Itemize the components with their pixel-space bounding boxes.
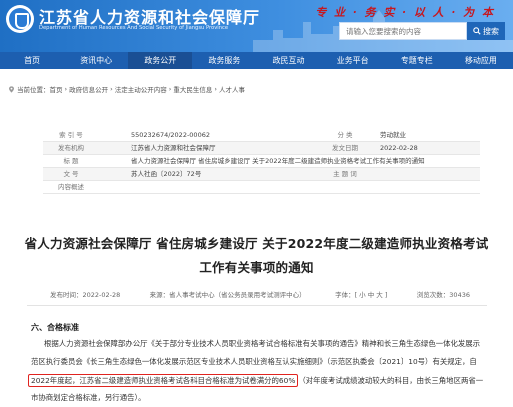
nav-gov-services[interactable]: 政务服务 <box>192 52 256 69</box>
font-size-control[interactable]: 字体：[ 小 中 大 ] <box>335 289 387 299</box>
search-button-label: 搜索 <box>483 26 499 36</box>
info-value <box>370 168 480 180</box>
info-label: 发布机构 <box>58 144 84 152</box>
info-value: 江苏省人力资源和社会保障厅 <box>131 144 216 152</box>
article-meta: 发布时间：2022-02-28 来源：省人事考试中心（省公务员录用考试测评中心）… <box>50 289 470 299</box>
paragraph-text: （对年度考试成绩波动较大的科目，由长三角地区两省一 <box>298 376 484 385</box>
info-value: 苏人社函〔2022〕72号 <box>131 170 202 178</box>
info-label: 主 题 词 <box>333 170 357 178</box>
breadcrumb-home[interactable]: 当前位置：首页 <box>17 84 63 94</box>
breadcrumb: 当前位置：首页 › 政府信息公开 › 法定主动公开内容 › 重大民生信息 › 人… <box>8 84 245 94</box>
breadcrumb-item[interactable]: 重大民生信息 <box>173 84 212 94</box>
breadcrumb-item[interactable]: 政府信息公开 <box>69 84 108 94</box>
info-row-index: 索 引 号 550232674/2022-00062 分 类 劳动就业 <box>43 129 480 142</box>
site-slogan: 专 业 · 务 实 · 以 人 · 为 本 <box>315 6 495 19</box>
section-heading: 六、合格标准 <box>31 323 79 332</box>
info-label: 标 题 <box>63 157 79 165</box>
nav-gov-disclosure[interactable]: 政务公开 <box>128 52 193 69</box>
chevron-right-icon: › <box>64 85 68 93</box>
info-label: 发文日期 <box>332 144 358 152</box>
info-value: 2022-02-28 <box>380 144 418 152</box>
nav-business-platform[interactable]: 业务平台 <box>321 52 385 69</box>
page-title: 省人力资源社会保障厅 省住房城乡建设厅 关于2022年度二级建造师执业资格考试 <box>24 236 489 251</box>
publish-time: 发布时间：2022-02-28 <box>50 291 121 299</box>
document-info-table: 索 引 号 550232674/2022-00062 分 类 劳动就业 发布机构… <box>43 129 480 194</box>
view-count: 浏览次数：30436 <box>416 291 470 299</box>
paragraph-line: 根据人力资源社会保障部办公厅《关于部分专业技术人员职业资格考试合格标准有关事项的… <box>44 339 481 348</box>
info-row-title: 标 题 省人力资源社会保障厅 省住房城乡建设厅 关于2022年度二级建造师执业资… <box>43 155 480 168</box>
breadcrumb-item[interactable]: 法定主动公开内容 <box>115 84 167 94</box>
info-label: 索 引 号 <box>59 131 83 139</box>
chevron-right-icon: › <box>168 85 172 93</box>
nav-news-center[interactable]: 资讯中心 <box>64 52 128 69</box>
info-label: 内容概述 <box>58 183 84 191</box>
highlighted-passage: 2022年度起，江苏省二级建造师执业资格考试各科目合格标准为试卷满分的60% <box>28 374 299 387</box>
search-icon <box>473 27 481 35</box>
paragraph-line: 范区执行委员会《长三角生态绿色一体化发展示范区专业技术人员职业资格互认实施细则》… <box>31 357 477 366</box>
breadcrumb-item[interactable]: 人才人事 <box>219 84 245 94</box>
article-source: 来源：省人事考试中心（省公务员录用考试测评中心） <box>149 291 306 299</box>
info-row-doc-number: 文 号 苏人社函〔2022〕72号 主 题 词 <box>43 168 480 181</box>
site-logo[interactable] <box>6 5 34 33</box>
info-value: 550232674/2022-00062 <box>131 131 210 139</box>
divider <box>27 305 487 306</box>
info-label: 分 类 <box>337 131 353 139</box>
site-subtitle: Department of Human Resources And Social… <box>39 25 229 31</box>
chevron-right-icon: › <box>214 85 217 93</box>
paragraph-line: 2022年度起，江苏省二级建造师执业资格考试各科目合格标准为试卷满分的60% （对… <box>28 374 491 387</box>
info-value <box>99 181 131 193</box>
page-title-line2: 工作有关事项的通知 <box>199 260 314 275</box>
nav-home[interactable]: 首页 <box>0 52 64 69</box>
nav-special-topics[interactable]: 专题专栏 <box>385 52 449 69</box>
info-value: 省人力资源社会保障厅 省住房城乡建设厅 关于2022年度二级建造师执业资格考试工… <box>131 157 425 165</box>
site-header: 江苏省人力资源和社会保障厅 Department of Human Resour… <box>0 0 513 52</box>
nav-interaction[interactable]: 政民互动 <box>257 52 321 69</box>
search-input[interactable] <box>339 22 467 40</box>
search-button[interactable]: 搜索 <box>467 22 505 40</box>
info-row-publisher: 发布机构 江苏省人力资源和社会保障厅 发文日期 2022-02-28 <box>43 142 480 155</box>
info-label: 文 号 <box>63 170 79 178</box>
main-nav: 首页 资讯中心 政务公开 政务服务 政民互动 业务平台 专题专栏 移动应用 <box>0 52 513 69</box>
info-value: 劳动就业 <box>380 131 406 139</box>
chevron-right-icon: › <box>110 85 113 93</box>
location-pin-icon <box>9 85 14 93</box>
info-row-summary: 内容概述 <box>43 181 480 194</box>
paragraph-line: 市协商划定合格标准，另行通告）。 <box>31 393 146 402</box>
nav-mobile-apps[interactable]: 移动应用 <box>449 52 513 69</box>
